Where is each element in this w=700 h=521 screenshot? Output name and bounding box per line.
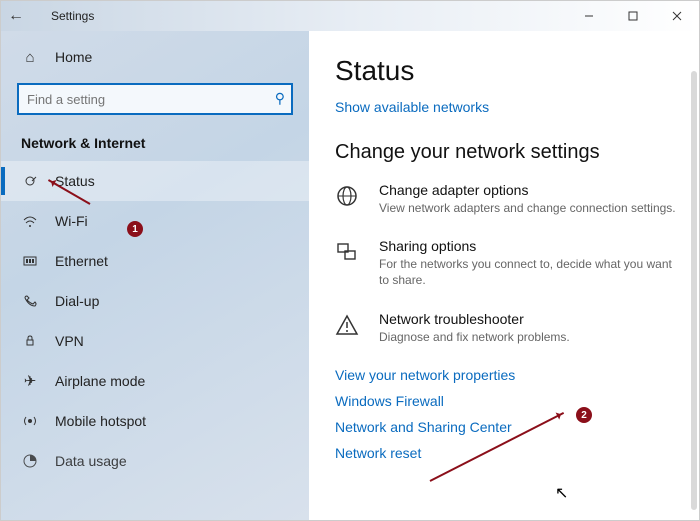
sidebar-item-label: Wi-Fi — [55, 213, 88, 229]
home-icon: ⌂ — [21, 49, 39, 66]
change-settings-heading: Change your network settings — [335, 141, 699, 164]
row-label: Change adapter options — [379, 182, 676, 198]
settings-window: ← Settings ⌂ Home ⚲ — [0, 0, 700, 521]
link-network-reset[interactable]: Network reset — [335, 445, 699, 461]
sidebar-item-vpn[interactable]: VPN — [1, 321, 309, 361]
annotation-2: 2 — [576, 407, 592, 423]
hotspot-icon — [21, 413, 39, 429]
vpn-icon — [21, 333, 39, 349]
globe-icon — [335, 184, 363, 216]
wifi-icon — [21, 213, 39, 229]
sidebar: ⌂ Home ⚲ Network & Internet Status — [1, 31, 309, 520]
ethernet-icon — [21, 253, 39, 269]
back-button[interactable]: ← — [1, 7, 31, 25]
row-troubleshooter[interactable]: Network troubleshooter Diagnose and fix … — [335, 311, 699, 345]
sidebar-item-label: Airplane mode — [55, 373, 145, 389]
scrollbar[interactable] — [691, 71, 697, 510]
sidebar-section-title: Network & Internet — [1, 129, 309, 161]
sidebar-item-label: Mobile hotspot — [55, 413, 146, 429]
airplane-icon: ✈ — [21, 372, 39, 390]
sidebar-home-label: Home — [55, 49, 92, 65]
show-networks-link[interactable]: Show available networks — [335, 99, 489, 115]
sidebar-item-hotspot[interactable]: Mobile hotspot — [1, 401, 309, 441]
sidebar-item-ethernet[interactable]: Ethernet — [1, 241, 309, 281]
sharing-icon — [335, 240, 363, 288]
mouse-cursor: ↖ — [555, 483, 568, 503]
close-button[interactable] — [655, 1, 699, 31]
content: ⌂ Home ⚲ Network & Internet Status — [1, 31, 699, 520]
link-network-sharing-center[interactable]: Network and Sharing Center — [335, 419, 699, 435]
row-label: Sharing options — [379, 238, 681, 254]
search-icon: ⚲ — [275, 90, 285, 107]
sidebar-home[interactable]: ⌂ Home — [1, 37, 309, 77]
sidebar-item-label: VPN — [55, 333, 84, 349]
row-desc: Diagnose and fix network problems. — [379, 329, 570, 345]
row-sharing-options[interactable]: Sharing options For the networks you con… — [335, 238, 699, 288]
sidebar-item-label: Ethernet — [55, 253, 108, 269]
window-title: Settings — [51, 9, 94, 23]
main-panel: Status Show available networks Change yo… — [309, 31, 699, 520]
maximize-button[interactable] — [611, 1, 655, 31]
window-controls — [567, 1, 699, 31]
status-icon — [21, 173, 39, 189]
sidebar-item-airplane[interactable]: ✈ Airplane mode — [1, 361, 309, 401]
link-network-properties[interactable]: View your network properties — [335, 367, 699, 383]
row-desc: For the networks you connect to, decide … — [379, 256, 681, 288]
row-desc: View network adapters and change connect… — [379, 200, 676, 216]
search-input[interactable] — [17, 83, 293, 115]
minimize-button[interactable] — [567, 1, 611, 31]
warning-icon — [335, 313, 363, 345]
row-adapter-options[interactable]: Change adapter options View network adap… — [335, 182, 699, 216]
search-wrap: ⚲ — [17, 83, 293, 115]
titlebar: ← Settings — [1, 1, 699, 31]
sidebar-item-label: Dial-up — [55, 293, 99, 309]
sidebar-item-label: Data usage — [55, 453, 127, 469]
link-windows-firewall[interactable]: Windows Firewall — [335, 393, 699, 409]
links-block: View your network properties Windows Fir… — [335, 367, 699, 461]
dialup-icon — [21, 293, 39, 309]
row-label: Network troubleshooter — [379, 311, 570, 327]
sidebar-item-dialup[interactable]: Dial-up — [1, 281, 309, 321]
annotation-1: 1 — [127, 221, 143, 237]
datausage-icon — [21, 453, 39, 469]
page-title: Status — [335, 55, 699, 87]
sidebar-item-datausage[interactable]: Data usage — [1, 441, 309, 481]
sidebar-item-wifi[interactable]: Wi-Fi — [1, 201, 309, 241]
